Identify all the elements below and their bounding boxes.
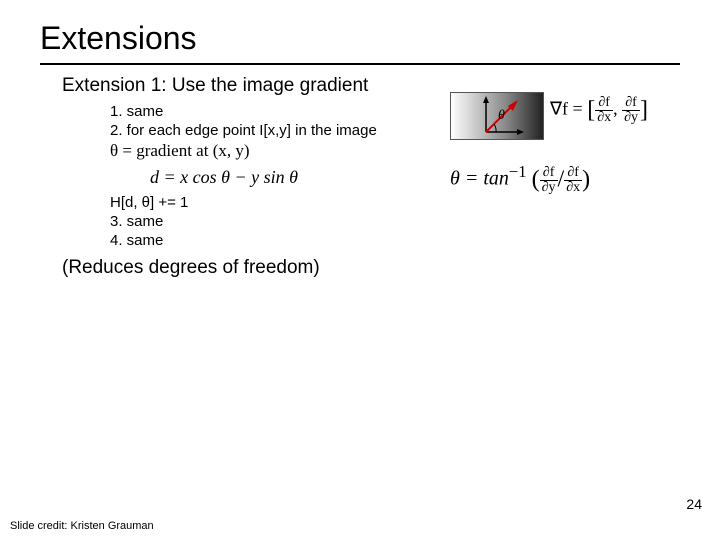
theta-label: θ [498,108,505,124]
theta-formula: θ = tan−1 (∂f∂y/∂f∂x) [450,162,680,195]
dfx-num: ∂f [595,96,613,111]
gradient-figure: θ ∇f = [∂f∂x, ∂f∂y] [450,88,680,142]
step-3: 3. same [110,213,680,230]
dfy-num: ∂f [622,96,640,111]
theta-sup: −1 [509,162,527,181]
step-4: 4. same [110,232,680,249]
theta-lead: θ = tan [450,168,509,190]
tnum1: ∂f [540,166,558,181]
reduces-line: (Reduces degrees of freedom) [62,257,680,279]
nabla-lead: ∇f = [550,99,587,119]
slide-credit: Slide credit: Kristen Grauman [10,520,154,532]
algorithm-list-cont: H[d, θ] += 1 3. same 4. same [110,194,680,249]
grad-f-formula: ∇f = [∂f∂x, ∂f∂y] [550,96,648,125]
slide-title: Extensions [40,20,680,57]
h-update-line: H[d, θ] += 1 [110,194,680,211]
tnum2: ∂f [564,166,582,181]
slide: Extensions Extension 1: Use the image gr… [0,0,720,540]
tden2: ∂x [564,181,582,195]
tden1: ∂y [540,181,558,195]
title-rule [40,63,680,65]
dfy-den: ∂y [622,111,640,125]
dfx-den: ∂x [595,111,613,125]
page-number: 24 [686,496,702,512]
theta-gradient-line: θ = gradient at (x, y) [110,141,680,161]
